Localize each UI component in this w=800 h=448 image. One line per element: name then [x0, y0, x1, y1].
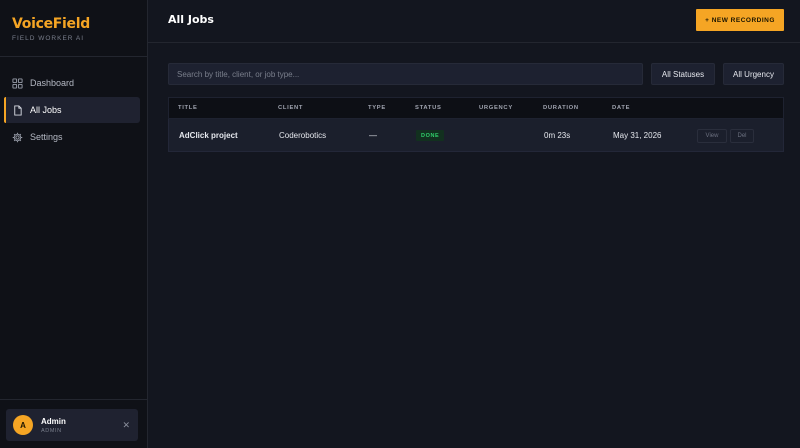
delete-button[interactable]: Del	[730, 129, 754, 143]
job-type: —	[369, 130, 377, 140]
brand-subtitle: FIELD WORKER AI	[12, 35, 85, 42]
jobs-table: TITLE CLIENT TYPE STATUS URGENCY DURATIO…	[168, 97, 784, 152]
user-name: Admin	[41, 416, 66, 426]
brand-name: VoiceField	[12, 16, 90, 32]
sidebar-item-all-jobs[interactable]: All Jobs	[4, 97, 140, 123]
column-header-date[interactable]: DATE	[612, 105, 630, 111]
sidebar: VoiceField FIELD WORKER AI Dashboard All…	[0, 0, 148, 448]
user-card[interactable]: A Admin ADMIN ✕	[6, 409, 138, 441]
column-header-title[interactable]: TITLE	[178, 105, 198, 111]
job-date: May 31, 2026	[613, 130, 662, 140]
divider	[0, 399, 148, 400]
sidebar-item-label: All Jobs	[30, 105, 62, 115]
document-icon	[14, 104, 22, 116]
brand[interactable]: VoiceField FIELD WORKER AI	[12, 16, 90, 42]
table-header: TITLE CLIENT TYPE STATUS URGENCY DURATIO…	[168, 97, 784, 119]
user-info: Admin ADMIN	[41, 417, 66, 434]
urgency-filter-select[interactable]: All Urgency	[723, 63, 784, 85]
sidebar-item-dashboard[interactable]: Dashboard	[4, 70, 140, 96]
status-filter-select[interactable]: All Statuses	[651, 63, 715, 85]
table-row[interactable]: AdClick project Coderobotics — DONE 0m 2…	[168, 119, 784, 152]
gear-icon	[12, 132, 23, 142]
sidebar-item-label: Dashboard	[30, 78, 75, 88]
column-header-status[interactable]: STATUS	[415, 105, 442, 111]
column-header-client[interactable]: CLIENT	[278, 105, 303, 111]
grid-icon	[12, 77, 23, 89]
close-icon[interactable]: ✕	[122, 419, 130, 431]
sidebar-item-label: Settings	[30, 132, 63, 142]
page-title: All Jobs	[168, 13, 214, 26]
job-title[interactable]: AdClick project	[179, 131, 238, 140]
divider	[0, 56, 148, 57]
job-duration: 0m 23s	[544, 130, 571, 140]
new-recording-button[interactable]: + NEW RECORDING	[696, 9, 784, 31]
view-button[interactable]: View	[697, 129, 727, 143]
sidebar-item-settings[interactable]: Settings	[4, 124, 140, 150]
user-role: ADMIN	[41, 427, 62, 434]
avatar: A	[13, 415, 33, 435]
column-header-urgency[interactable]: URGENCY	[479, 105, 513, 111]
sidebar-nav: Dashboard All Jobs Settings	[4, 70, 140, 151]
job-client: Coderobotics	[279, 130, 327, 140]
search-input[interactable]	[168, 63, 643, 85]
status-badge: DONE	[416, 130, 445, 141]
topbar: All Jobs + NEW RECORDING	[148, 0, 800, 43]
column-header-type[interactable]: TYPE	[368, 105, 386, 111]
column-header-duration[interactable]: DURATION	[543, 105, 579, 111]
